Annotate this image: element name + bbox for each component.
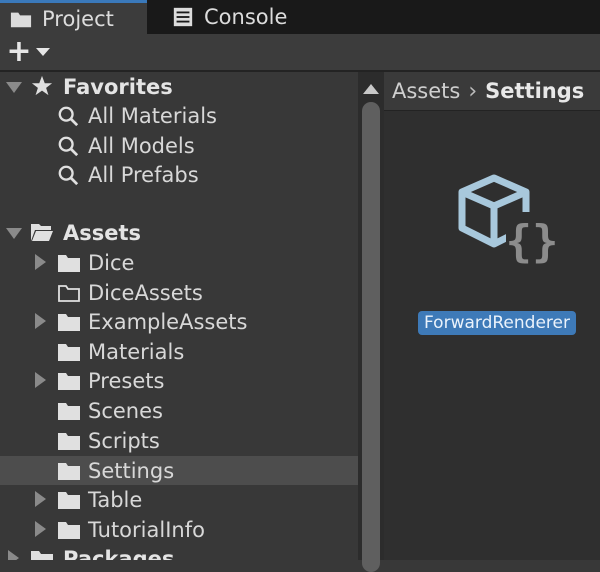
tree-item-favorites[interactable]: Favorites (0, 72, 358, 101)
tree-item-exampleassets[interactable]: ExampleAssets (0, 307, 358, 336)
tab-project[interactable]: Project (0, 0, 147, 34)
chevron-down-icon (36, 48, 50, 56)
tab-console[interactable]: Console (162, 0, 312, 34)
window-tab-bar: Project Console (0, 0, 600, 34)
tree-item-label: Materials (88, 339, 185, 364)
tree-item-label: TutorialInfo (88, 517, 205, 542)
tree-item-label: DiceAssets (88, 280, 203, 305)
expand-arrow-icon[interactable] (35, 491, 46, 507)
tab-project-label: Project (42, 6, 114, 31)
tree-item-label: Scenes (88, 398, 163, 423)
search-icon (58, 165, 79, 186)
tree-item-dice[interactable]: Dice (0, 248, 358, 277)
console-icon (173, 7, 193, 27)
scrollbar-thumb[interactable] (362, 102, 380, 572)
star-icon (31, 75, 53, 96)
scriptable-object-icon[interactable]: {} (454, 172, 562, 272)
tree-item-scenes[interactable]: Scenes (0, 396, 358, 425)
tree-item-label: Presets (88, 368, 165, 393)
tree-item-packages[interactable]: Packages (0, 544, 358, 560)
folder-icon (58, 373, 80, 390)
tree-item-label: Scripts (88, 428, 160, 453)
breadcrumb: Assets › Settings (384, 72, 600, 111)
tree-item-label: Assets (63, 220, 142, 245)
tree-item-label: ExampleAssets (88, 309, 248, 334)
tree-item-label: Table (88, 487, 143, 512)
tree-item-all-materials[interactable]: All Materials (0, 101, 358, 130)
expand-arrow-icon[interactable] (35, 521, 46, 537)
tab-console-label: Console (204, 5, 288, 29)
tree-item-tutorialinfo[interactable]: TutorialInfo (0, 515, 358, 544)
tree-item-label: Packages (63, 546, 175, 561)
chevron-right-icon: › (468, 78, 478, 104)
tree-item-all-models[interactable]: All Models (0, 131, 358, 160)
empty-folder-icon (58, 285, 80, 302)
tree-item-label: All Prefabs (88, 162, 199, 187)
plus-icon: + (6, 34, 32, 69)
project-toolbar: + (0, 34, 600, 72)
breadcrumb-assets[interactable]: Assets (392, 79, 460, 103)
open-folder-icon (31, 224, 53, 241)
expand-arrow-icon[interactable] (6, 228, 22, 239)
expand-arrow-icon[interactable] (6, 82, 22, 93)
project-tree: Favorites All Materials All Models All P… (0, 72, 358, 560)
create-dropdown-button[interactable]: + (6, 34, 62, 69)
tree-item-settings[interactable]: Settings (0, 456, 358, 485)
expand-arrow-icon[interactable] (35, 254, 46, 270)
folder-icon (58, 433, 80, 450)
folder-icon (58, 344, 80, 361)
tree-item-table[interactable]: Table (0, 485, 358, 514)
expand-arrow-icon[interactable] (35, 313, 46, 329)
tree-item-label: Dice (88, 250, 135, 275)
tree-item-scripts[interactable]: Scripts (0, 426, 358, 455)
tree-item-all-prefabs[interactable]: All Prefabs (0, 160, 358, 189)
scroll-up-arrow-icon[interactable] (363, 84, 379, 94)
tree-item-label: All Models (88, 133, 195, 158)
tree-item-materials[interactable]: Materials (0, 337, 358, 366)
tree-scrollbar[interactable] (358, 72, 384, 572)
folder-icon (58, 492, 80, 509)
tree-item-label: All Materials (88, 103, 217, 128)
tree-item-presets[interactable]: Presets (0, 366, 358, 395)
folder-icon (58, 463, 80, 480)
search-icon (58, 136, 79, 157)
tree-item-label: Settings (88, 458, 175, 483)
asset-name-label[interactable]: ForwardRenderer (418, 311, 576, 335)
folder-icon (31, 551, 53, 560)
expand-arrow-icon[interactable] (35, 372, 46, 388)
tree-item-assets[interactable]: Assets (0, 218, 358, 247)
search-icon (58, 106, 79, 127)
folder-icon (58, 522, 80, 539)
folder-icon (58, 403, 80, 420)
folder-icon (58, 314, 80, 331)
folder-icon (10, 12, 32, 27)
breadcrumb-settings[interactable]: Settings (485, 79, 584, 103)
tree-item-label: Favorites (63, 74, 173, 99)
folder-icon (58, 255, 80, 272)
asset-content-panel: Assets › Settings {} ForwardRenderer (384, 72, 600, 560)
expand-arrow-icon[interactable] (8, 550, 19, 560)
tree-item-diceassets[interactable]: DiceAssets (0, 278, 358, 307)
svg-text:{}: {} (506, 216, 559, 267)
